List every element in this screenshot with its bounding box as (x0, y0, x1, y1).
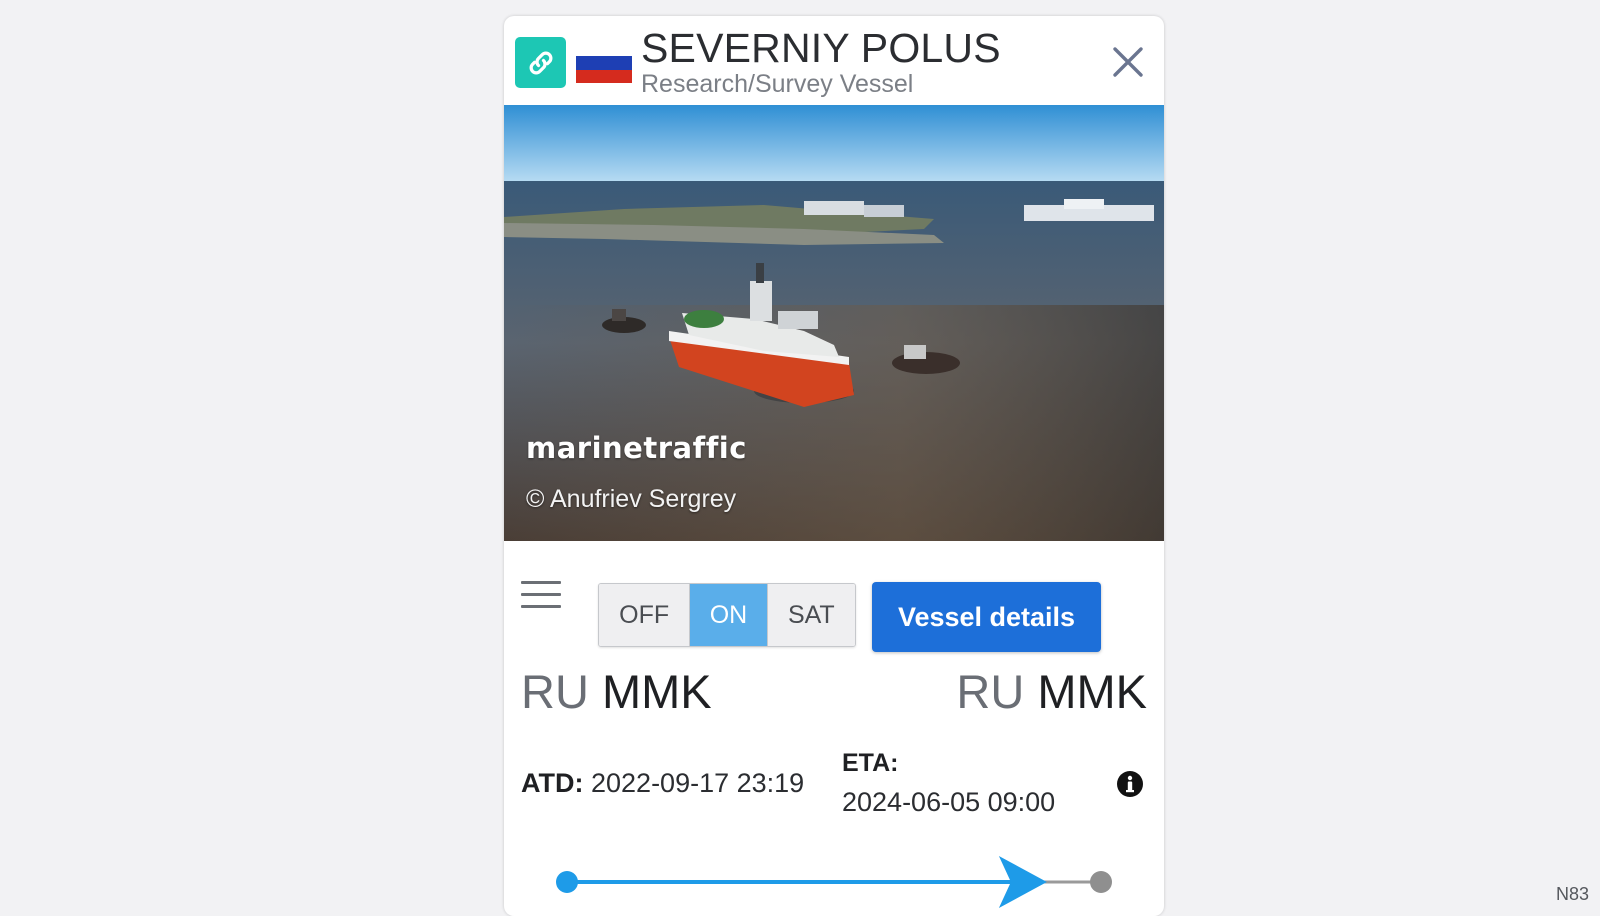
popup-toolbar: OFF ON SAT Vessel details (504, 541, 1164, 652)
progress-start-dot (556, 871, 578, 893)
destination-country: RU (956, 665, 1025, 718)
vessel-photo[interactable]: marinetraffic © Anufriev Sergrey (504, 105, 1164, 541)
info-icon[interactable] (1116, 770, 1144, 798)
destination-port-code: MMK (1037, 665, 1147, 718)
destination-port[interactable]: RU MMK (956, 664, 1147, 719)
vessel-photo-image (504, 105, 1164, 541)
flag-stripe-white (576, 43, 632, 57)
mode-sat-button[interactable]: SAT (767, 584, 855, 646)
atd-label: ATD: (521, 768, 584, 798)
close-button[interactable] (1108, 42, 1148, 82)
menu-line (521, 593, 561, 596)
atd-value: 2022-09-17 23:19 (591, 768, 805, 798)
mode-off-button[interactable]: OFF (599, 584, 691, 646)
departure-port[interactable]: RU MMK (521, 664, 712, 719)
departure-country: RU (521, 665, 589, 718)
eta-value: 2024-06-05 09:00 (842, 787, 1056, 817)
departure-port-code: MMK (601, 665, 712, 718)
photo-watermark: marinetraffic (526, 431, 747, 465)
vessel-popup: SEVERNIY POLUS Research/Survey Vessel ma… (504, 16, 1164, 916)
vessel-type: Research/Survey Vessel (641, 70, 914, 98)
photo-credit: © Anufriev Sergrey (526, 485, 737, 513)
flag-icon (576, 43, 632, 83)
menu-line (521, 581, 561, 584)
progress-end-dot (1090, 871, 1112, 893)
link-button[interactable] (515, 37, 566, 88)
flag-stripe-red (576, 69, 632, 83)
popup-header: SEVERNIY POLUS Research/Survey Vessel (504, 16, 1164, 105)
close-icon (1113, 47, 1143, 77)
map-mode-toggle: OFF ON SAT (598, 583, 856, 647)
map-coordinate-label: N83 (1556, 884, 1590, 904)
link-icon (529, 51, 552, 74)
menu-line (521, 605, 561, 608)
mode-on-button[interactable]: ON (690, 584, 768, 646)
flag-stripe-blue (576, 56, 632, 70)
vessel-details-button[interactable]: Vessel details (872, 582, 1101, 652)
atd-info: ATD: 2022-09-17 23:19 (521, 768, 804, 799)
vessel-name: SEVERNIY POLUS (641, 25, 1001, 71)
hamburger-menu-icon[interactable] (521, 581, 561, 611)
eta-label: ETA: (842, 749, 899, 777)
voyage-progress-bar (556, 856, 1112, 908)
